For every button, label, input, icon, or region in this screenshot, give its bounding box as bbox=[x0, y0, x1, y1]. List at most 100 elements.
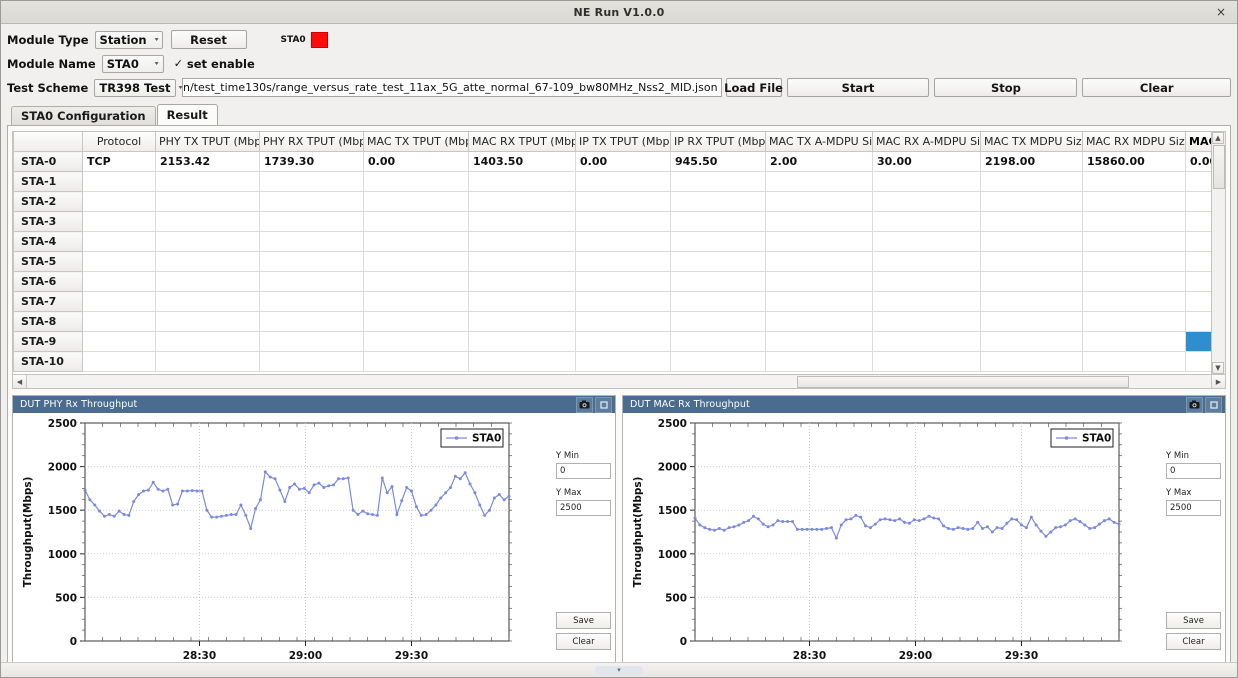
table-cell[interactable]: 2153.42 bbox=[156, 152, 260, 172]
table-cell[interactable]: 2198.00 bbox=[981, 152, 1083, 172]
table-vertical-scrollbar[interactable]: ▲ ▼ bbox=[1212, 131, 1226, 375]
table-column-header[interactable]: Protocol bbox=[83, 132, 156, 152]
table-cell[interactable] bbox=[260, 272, 364, 292]
table-cell[interactable] bbox=[981, 252, 1083, 272]
table-cell[interactable] bbox=[260, 252, 364, 272]
table-row-header[interactable]: STA-8 bbox=[14, 312, 83, 332]
y-max-input-0[interactable]: 2500 bbox=[556, 500, 611, 516]
table-cell[interactable] bbox=[1083, 212, 1186, 232]
table-cell[interactable] bbox=[576, 192, 671, 212]
table-cell[interactable] bbox=[1083, 172, 1186, 192]
table-cell[interactable] bbox=[671, 332, 766, 352]
load-file-button[interactable]: Load File bbox=[726, 78, 782, 97]
table-cell[interactable] bbox=[156, 252, 260, 272]
table-cell[interactable] bbox=[364, 192, 469, 212]
table-column-header[interactable] bbox=[14, 132, 83, 152]
table-cell[interactable]: 1739.30 bbox=[260, 152, 364, 172]
table-row-header[interactable]: STA-10 bbox=[14, 352, 83, 372]
table-cell[interactable] bbox=[671, 192, 766, 212]
table-cell[interactable] bbox=[766, 352, 873, 372]
table-cell[interactable] bbox=[981, 272, 1083, 292]
table-cell[interactable] bbox=[981, 192, 1083, 212]
table-column-header[interactable]: MAC RX A-MDPU Size bbox=[873, 132, 981, 152]
table-cell[interactable] bbox=[156, 292, 260, 312]
table-cell[interactable] bbox=[873, 312, 981, 332]
table-cell[interactable] bbox=[981, 312, 1083, 332]
table-cell[interactable] bbox=[469, 292, 576, 312]
table-cell[interactable]: 0.00 bbox=[1186, 152, 1213, 172]
table-cell[interactable] bbox=[1186, 332, 1213, 352]
y-min-input-0[interactable]: 0 bbox=[556, 463, 611, 479]
table-cell[interactable] bbox=[260, 352, 364, 372]
table-row-header[interactable]: STA-6 bbox=[14, 272, 83, 292]
table-cell[interactable] bbox=[469, 192, 576, 212]
scroll-left-icon[interactable]: ◀ bbox=[13, 375, 27, 388]
table-cell[interactable] bbox=[981, 332, 1083, 352]
table-row-header[interactable]: STA-7 bbox=[14, 292, 83, 312]
table-cell[interactable] bbox=[1186, 232, 1213, 252]
chart-clear-button-0[interactable]: Clear bbox=[556, 633, 611, 650]
table-cell[interactable] bbox=[873, 272, 981, 292]
table-cell[interactable]: 945.50 bbox=[671, 152, 766, 172]
table-cell[interactable] bbox=[260, 312, 364, 332]
table-cell[interactable] bbox=[576, 312, 671, 332]
horizontal-scroll-track[interactable] bbox=[27, 375, 1211, 388]
table-cell[interactable] bbox=[156, 192, 260, 212]
table-column-header[interactable]: IP RX TPUT (Mbps) bbox=[671, 132, 766, 152]
camera-icon[interactable] bbox=[576, 397, 593, 413]
table-cell[interactable] bbox=[156, 272, 260, 292]
table-cell[interactable] bbox=[576, 272, 671, 292]
table-cell[interactable] bbox=[766, 212, 873, 232]
test-scheme-select[interactable]: TR398 Test ▾ bbox=[94, 79, 175, 97]
plot-area-phy-rx[interactable]: 0500100015002000250028:3029:0029:30Throu… bbox=[13, 413, 553, 678]
table-cell[interactable] bbox=[364, 172, 469, 192]
set-enable-checkbox[interactable]: ✓ set enable bbox=[174, 57, 255, 71]
restore-icon[interactable] bbox=[1205, 397, 1222, 413]
table-column-header[interactable]: PHY RX TPUT (Mbps) bbox=[260, 132, 364, 152]
table-cell[interactable] bbox=[1186, 312, 1213, 332]
table-cell[interactable] bbox=[1083, 352, 1186, 372]
table-row-header[interactable]: STA-4 bbox=[14, 232, 83, 252]
table-cell[interactable] bbox=[469, 252, 576, 272]
horizontal-scroll-thumb[interactable] bbox=[797, 376, 1129, 388]
table-cell[interactable] bbox=[1186, 272, 1213, 292]
table-cell[interactable] bbox=[83, 232, 156, 252]
scroll-right-icon[interactable]: ▶ bbox=[1211, 375, 1225, 388]
table-cell[interactable] bbox=[576, 172, 671, 192]
table-column-header[interactable]: MAC TX A-MDPU Size bbox=[766, 132, 873, 152]
table-cell[interactable] bbox=[981, 232, 1083, 252]
table-cell[interactable] bbox=[1083, 252, 1186, 272]
table-cell[interactable] bbox=[364, 232, 469, 252]
table-cell[interactable] bbox=[1083, 232, 1186, 252]
y-max-input-1[interactable]: 2500 bbox=[1166, 500, 1221, 516]
table-cell[interactable] bbox=[1186, 252, 1213, 272]
start-button[interactable]: Start bbox=[787, 78, 930, 97]
table-column-header[interactable]: MAC TX MDPU Size bbox=[981, 132, 1083, 152]
table-cell[interactable] bbox=[260, 172, 364, 192]
table-cell[interactable] bbox=[364, 252, 469, 272]
table-cell[interactable] bbox=[1083, 272, 1186, 292]
table-cell[interactable] bbox=[364, 352, 469, 372]
table-cell[interactable] bbox=[671, 312, 766, 332]
table-cell[interactable] bbox=[260, 212, 364, 232]
table-cell[interactable] bbox=[364, 272, 469, 292]
table-cell[interactable] bbox=[671, 212, 766, 232]
table-cell[interactable] bbox=[873, 332, 981, 352]
table-cell[interactable] bbox=[1186, 212, 1213, 232]
table-cell[interactable] bbox=[766, 252, 873, 272]
table-cell[interactable] bbox=[766, 292, 873, 312]
table-cell[interactable] bbox=[260, 232, 364, 252]
table-cell[interactable] bbox=[766, 192, 873, 212]
table-cell[interactable] bbox=[1186, 292, 1213, 312]
table-cell[interactable]: 30.00 bbox=[873, 152, 981, 172]
table-cell[interactable] bbox=[1186, 172, 1213, 192]
table-cell[interactable] bbox=[873, 252, 981, 272]
table-cell[interactable] bbox=[576, 252, 671, 272]
close-icon[interactable]: × bbox=[1213, 4, 1229, 20]
table-cell[interactable] bbox=[83, 312, 156, 332]
table-row-header[interactable]: STA-1 bbox=[14, 172, 83, 192]
table-cell[interactable] bbox=[671, 232, 766, 252]
table-column-header[interactable]: MAC TX PER (%) bbox=[1186, 132, 1213, 152]
table-cell[interactable] bbox=[83, 192, 156, 212]
table-cell[interactable] bbox=[364, 332, 469, 352]
